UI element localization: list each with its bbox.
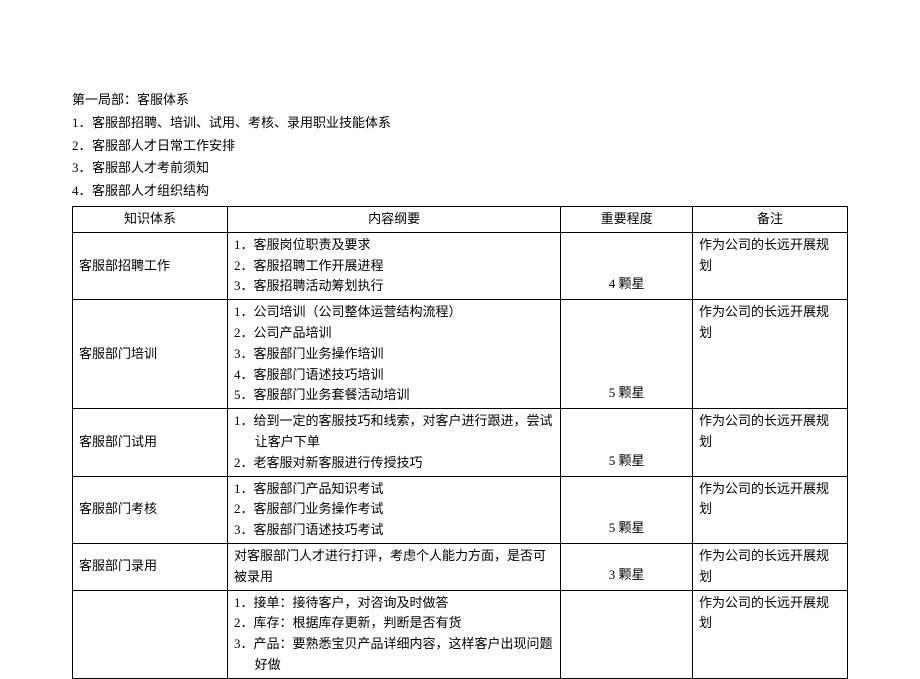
table-row: 客服部门考核1．客服部门产品知识考试2．客服部门业务操作考试3．客服部门语述技巧… <box>73 476 848 543</box>
cell-importance: 5 颗星 <box>561 300 693 409</box>
list-item: 3．客服招聘活动筹划执行 <box>234 276 554 297</box>
cell-system <box>73 590 228 678</box>
cell-content: 1．公司培训（公司整体运营结构流程）2．公司产品培训3．客服部门业务操作培训4．… <box>228 300 561 409</box>
cell-importance: 3 颗星 <box>561 543 693 590</box>
list-item: 4．客服部门语述技巧培训 <box>234 365 554 386</box>
list-item: 5．客服部门业务套餐活动培训 <box>234 385 554 406</box>
list-item: 2．客服部门业务操作考试 <box>234 499 554 520</box>
cell-note: 作为公司的长远开展规划 <box>693 300 848 409</box>
cell-content: 1．客服部门产品知识考试2．客服部门业务操作考试3．客服部门语述技巧考试 <box>228 476 561 543</box>
header-line-4: 4．客服部人才组织结构 <box>72 181 848 202</box>
table-row: 客服部招聘工作1．客服岗位职责及要求2．客服招聘工作开展进程3．客服招聘活动筹划… <box>73 232 848 299</box>
cell-system: 客服部门试用 <box>73 409 228 476</box>
list-item: 1．客服部门产品知识考试 <box>234 479 554 500</box>
cell-content: 1．接单：接待客户，对咨询及时做答2．库存：根据库存更新，判断是否有货3．产品：… <box>228 590 561 678</box>
cell-importance <box>561 590 693 678</box>
cell-content: 1．客服岗位职责及要求2．客服招聘工作开展进程3．客服招聘活动筹划执行 <box>228 232 561 299</box>
cell-system: 客服部门录用 <box>73 543 228 590</box>
list-item: 2．库存：根据库存更新，判断是否有货 <box>234 613 554 634</box>
table-row: 客服部门试用1．给到一定的客服技巧和线索，对客户进行跟进，尝试让客户下单2．老客… <box>73 409 848 476</box>
header-line-2: 2．客服部人才日常工作安排 <box>72 136 848 157</box>
table-row: 客服部门培训1．公司培训（公司整体运营结构流程）2．公司产品培训3．客服部门业务… <box>73 300 848 409</box>
header-text-3: 客服部人才考前须知 <box>92 160 209 175</box>
list-item: 3．客服部门业务操作培训 <box>234 344 554 365</box>
cell-note: 作为公司的长远开展规划 <box>693 232 848 299</box>
list-item: 1．客服岗位职责及要求 <box>234 235 554 256</box>
header-text-1: 客服部招聘、培训、试用、考核、录用职业技能体系 <box>92 115 391 130</box>
list-item: 2．老客服对新客服进行传授技巧 <box>234 453 554 474</box>
cell-importance: 5 颗星 <box>561 409 693 476</box>
col-content: 内容纲要 <box>228 206 561 232</box>
list-item: 1．公司培训（公司整体运营结构流程） <box>234 302 554 323</box>
cell-note: 作为公司的长远开展规划 <box>693 476 848 543</box>
table-row: 1．接单：接待客户，对咨询及时做答2．库存：根据库存更新，判断是否有货3．产品：… <box>73 590 848 678</box>
list-item: 2．公司产品培训 <box>234 323 554 344</box>
header-line-1: 1．客服部招聘、培训、试用、考核、录用职业技能体系 <box>72 113 848 134</box>
cell-system: 客服部门培训 <box>73 300 228 409</box>
header-text-2: 客服部人才日常工作安排 <box>92 138 235 153</box>
section-title: 第一局部：客服体系 <box>72 90 848 111</box>
cell-importance: 5 颗星 <box>561 476 693 543</box>
header-line-3: 3．客服部人才考前须知 <box>72 158 848 179</box>
col-importance: 重要程度 <box>561 206 693 232</box>
list-item: 3．产品：要熟悉宝贝产品详细内容，这样客户出现问题好做 <box>234 634 554 676</box>
cell-system: 客服部门考核 <box>73 476 228 543</box>
list-item: 1．接单：接待客户，对咨询及时做答 <box>234 593 554 614</box>
list-item: 2．客服招聘工作开展进程 <box>234 256 554 277</box>
cell-note: 作为公司的长远开展规划 <box>693 543 848 590</box>
cell-importance: 4 颗星 <box>561 232 693 299</box>
col-system: 知识体系 <box>73 206 228 232</box>
col-note: 备注 <box>693 206 848 232</box>
cell-system: 客服部招聘工作 <box>73 232 228 299</box>
table-row: 客服部门录用对客服部门人才进行打评，考虑个人能力方面，是否可被录用3 颗星作为公… <box>73 543 848 590</box>
knowledge-table: 知识体系 内容纲要 重要程度 备注 客服部招聘工作1．客服岗位职责及要求2．客服… <box>72 206 848 679</box>
cell-note: 作为公司的长远开展规划 <box>693 590 848 678</box>
table-header-row: 知识体系 内容纲要 重要程度 备注 <box>73 206 848 232</box>
cell-content: 对客服部门人才进行打评，考虑个人能力方面，是否可被录用 <box>228 543 561 590</box>
header-text-4: 客服部人才组织结构 <box>92 183 209 198</box>
cell-content: 1．给到一定的客服技巧和线索，对客户进行跟进，尝试让客户下单2．老客服对新客服进… <box>228 409 561 476</box>
list-item: 3．客服部门语述技巧考试 <box>234 520 554 541</box>
cell-note: 作为公司的长远开展规划 <box>693 409 848 476</box>
list-item: 1．给到一定的客服技巧和线索，对客户进行跟进，尝试让客户下单 <box>234 411 554 453</box>
